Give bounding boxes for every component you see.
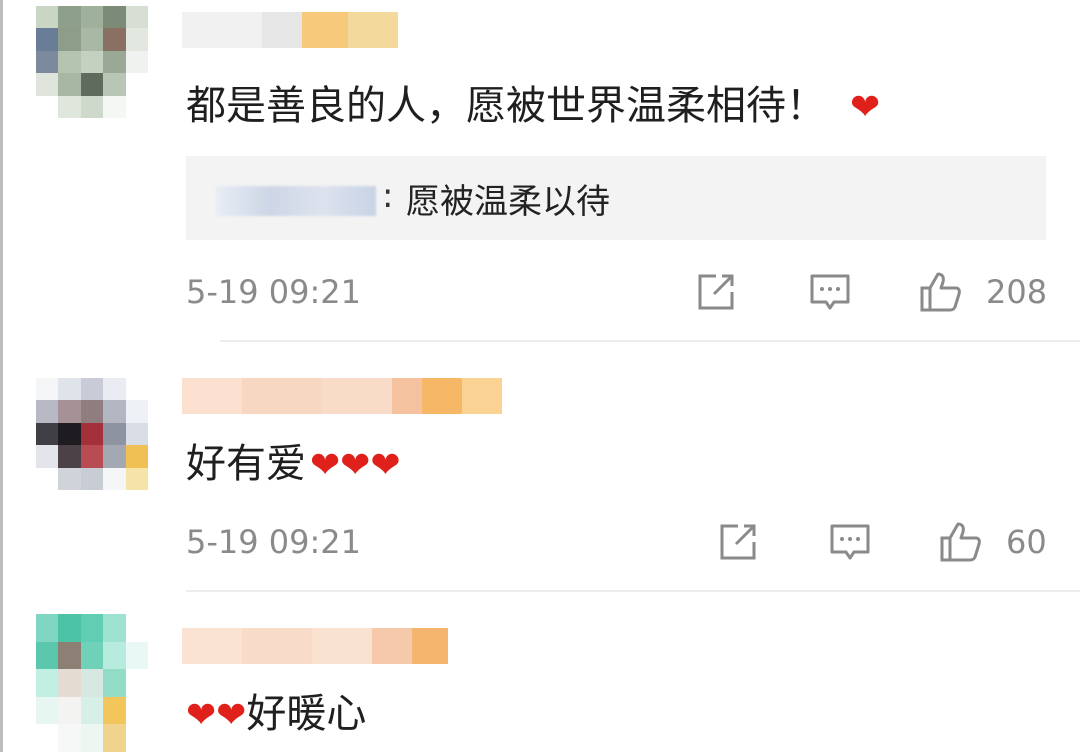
comment-text: 好有爱 ❤❤❤ — [186, 441, 401, 487]
comment-bubble-icon[interactable] — [828, 520, 872, 564]
comment-bubble-icon[interactable] — [808, 270, 852, 314]
comment-text: 都是善良的人，愿被世界温柔相待！ ❤ — [186, 83, 881, 129]
username-blurred[interactable] — [182, 376, 502, 416]
heart-emoji: ❤❤ — [186, 695, 247, 736]
action-bar: 60 — [712, 520, 1052, 564]
avatar[interactable] — [36, 6, 148, 118]
reply-preview[interactable]: : 愿被温柔以待 — [186, 156, 1046, 240]
username-blurred[interactable] — [182, 10, 398, 50]
reply-separator: : — [382, 176, 394, 216]
reply-text: 愿被温柔以待 — [406, 182, 610, 222]
avatar[interactable] — [36, 378, 148, 490]
thumbs-up-icon[interactable] — [938, 520, 982, 564]
comment-text: ❤❤好暖心 — [186, 691, 367, 737]
heart-emoji: ❤ — [850, 87, 881, 128]
divider — [186, 590, 1080, 592]
left-edge-border — [0, 0, 3, 752]
like-count: 208 — [986, 273, 1048, 311]
username-blurred[interactable] — [182, 626, 448, 666]
share-box-icon[interactable] — [716, 520, 760, 564]
thumbs-up-icon[interactable] — [918, 270, 962, 314]
avatar[interactable] — [36, 614, 148, 752]
comment-timestamp: 5-19 09:21 — [186, 273, 362, 311]
heart-emoji: ❤❤❤ — [310, 445, 401, 486]
action-bar: 208 — [690, 270, 1050, 314]
comment-timestamp: 5-19 09:21 — [186, 523, 362, 561]
reply-username-blurred[interactable] — [216, 186, 376, 216]
like-count: 60 — [1006, 523, 1047, 561]
divider — [220, 340, 1080, 342]
share-box-icon[interactable] — [694, 270, 738, 314]
